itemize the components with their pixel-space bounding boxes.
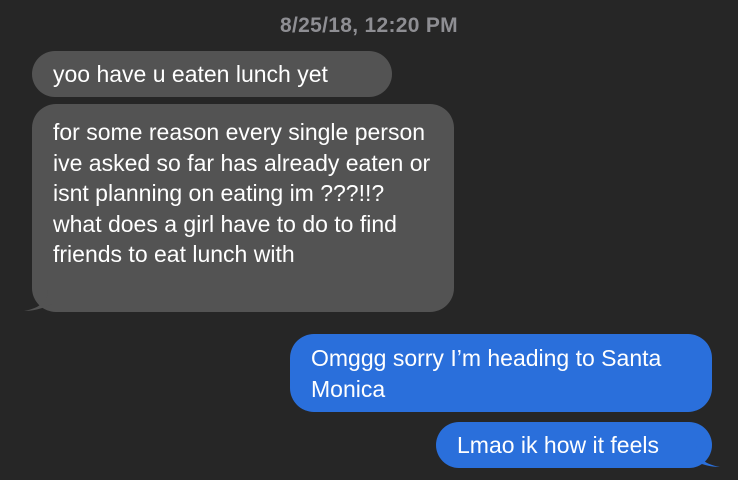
message-bubble-outgoing[interactable]: Omggg sorry I’m heading to Santa Monica: [290, 334, 712, 412]
message-bubble-incoming[interactable]: yoo have u eaten lunch yet: [32, 51, 392, 97]
message-bubble-incoming[interactable]: for some reason every single person ive …: [32, 104, 454, 312]
outgoing-bubble-tail: [692, 446, 720, 467]
timestamp: 8/25/18, 12:20 PM: [280, 14, 458, 37]
incoming-bubble-tail: [24, 290, 52, 311]
message-bubble-outgoing[interactable]: Lmao ik how it feels: [436, 422, 712, 468]
